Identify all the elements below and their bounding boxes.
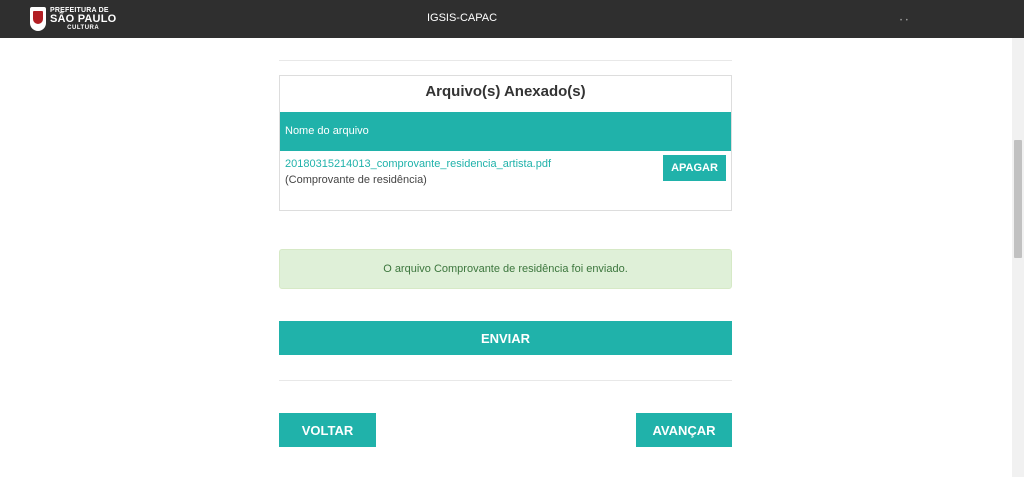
- attachments-table-header: Nome do arquivo: [280, 112, 731, 151]
- divider-top: [279, 60, 732, 61]
- vertical-scrollbar[interactable]: [1012, 38, 1024, 477]
- file-description: (Comprovante de residência): [285, 174, 427, 186]
- submit-button[interactable]: ENVIAR: [279, 321, 732, 355]
- attachments-title: Arquivo(s) Anexado(s): [425, 83, 586, 100]
- top-navbar: PREFEITURA DE SÃO PAULO CULTURA IGSIS-CA…: [0, 0, 1024, 38]
- attachments-panel: Arquivo(s) Anexado(s) Nome do arquivo 20…: [279, 75, 732, 211]
- app-title: IGSIS-CAPAC: [426, 12, 498, 24]
- user-menu-icon[interactable]: • •: [900, 18, 909, 24]
- divider-bottom: [279, 380, 732, 381]
- scrollbar-thumb[interactable]: [1014, 140, 1022, 258]
- column-header-filename: Nome do arquivo: [285, 125, 369, 137]
- logo-line-3: CULTURA: [67, 25, 100, 31]
- alert-message: O arquivo Comprovante de residência foi …: [383, 263, 628, 275]
- next-button[interactable]: AVANÇAR: [636, 413, 732, 447]
- success-alert: O arquivo Comprovante de residência foi …: [279, 249, 732, 289]
- back-button[interactable]: VOLTAR: [279, 413, 376, 447]
- file-link[interactable]: 20180315214013_comprovante_residencia_ar…: [285, 158, 551, 170]
- delete-file-button[interactable]: APAGAR: [663, 155, 726, 181]
